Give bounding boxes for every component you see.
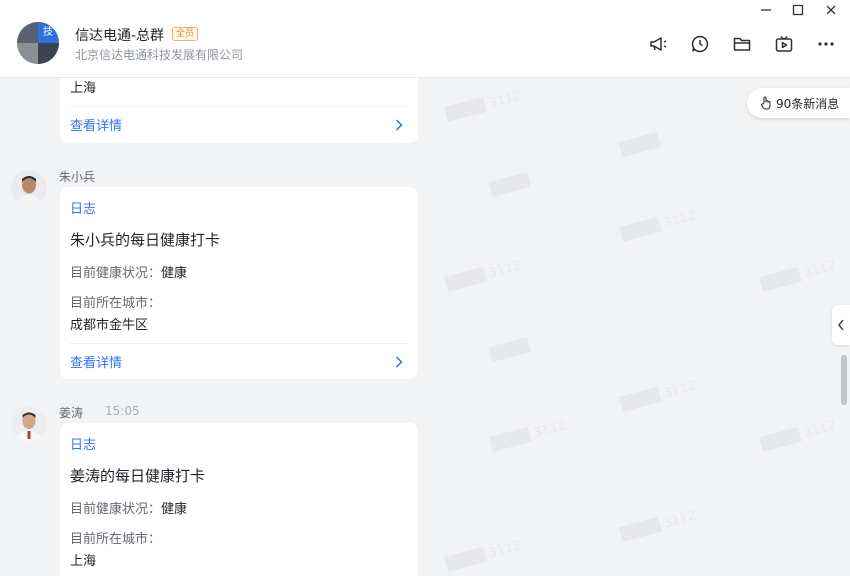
watermark: ████ 3112 [619, 378, 697, 412]
card-divider [70, 106, 408, 107]
health-status-row: 目前健康状况：健康 [70, 262, 187, 281]
health-status-label: 目前健康状况： [70, 266, 162, 281]
health-status-value: 健康 [161, 502, 188, 517]
watermark: ████ 3112 [444, 258, 522, 292]
message-time: 15:05 [105, 404, 140, 418]
folder-icon [733, 37, 751, 51]
sender-name[interactable]: 姜涛 [59, 404, 83, 421]
city-value: 上海 [70, 554, 97, 569]
avatar-tile [38, 43, 59, 64]
card-divider [70, 343, 408, 344]
health-log-card[interactable]: 日志 朱小兵的每日健康打卡 目前健康状况：健康 目前所在城市： 成都市金牛区 查… [60, 187, 418, 379]
watermark: ████ [489, 338, 532, 363]
city-label: 目前所在城市： [70, 532, 162, 547]
chevron-left-icon [838, 319, 844, 331]
hand-pointer-icon [760, 96, 771, 110]
video-button[interactable] [773, 33, 795, 55]
health-status-label: 目前健康状况： [70, 502, 162, 517]
megaphone-icon [650, 37, 667, 51]
health-log-card[interactable]: 日志 姜涛的每日健康打卡 目前健康状况：健康 目前所在城市： 上海 [60, 423, 418, 576]
log-tag: 日志 [70, 202, 97, 217]
view-details-link[interactable]: 查看详情 [70, 115, 122, 134]
scrollbar-thumb[interactable] [841, 355, 847, 405]
minimize-button[interactable] [755, 2, 777, 18]
card-title: 姜涛的每日健康打卡 [70, 467, 206, 485]
maximize-icon [792, 4, 804, 16]
watermark: ████ 3112 [444, 538, 522, 572]
person-avatar-icon [11, 170, 47, 206]
avatar-tile [17, 22, 38, 43]
chevron-right-icon[interactable] [394, 118, 404, 132]
watermark: ████ 3112 [759, 258, 837, 292]
avatar[interactable] [11, 406, 47, 442]
close-icon [826, 5, 836, 15]
sender-name[interactable]: 朱小兵 [59, 168, 95, 185]
announcement-button[interactable] [647, 33, 669, 55]
avatar-tile [17, 43, 38, 64]
group-title[interactable]: 信达电通-总群 [75, 25, 164, 45]
close-button[interactable] [820, 2, 842, 18]
watermark: ████ 3112 [489, 418, 567, 452]
video-icon [775, 35, 793, 52]
watermark: ████ 3112 [444, 88, 522, 122]
watermark: ████ 3112 [619, 508, 697, 542]
chevron-right-icon[interactable] [394, 355, 404, 369]
files-button[interactable] [731, 33, 753, 55]
person-avatar-icon [11, 406, 47, 442]
chat-header: 技 信达电通-总群 全员 北京信达电通科技发展有限公司 [0, 0, 850, 78]
health-status-row: 目前健康状况：健康 [70, 498, 187, 517]
watermark: ████ [489, 173, 532, 198]
chat-button[interactable] [689, 33, 711, 55]
health-status-value: 健康 [161, 266, 188, 281]
new-messages-count: 90条新消息 [776, 96, 840, 111]
avatar[interactable] [11, 170, 47, 206]
card-title: 朱小兵的每日健康打卡 [70, 231, 221, 249]
org-name: 北京信达电通科技发展有限公司 [75, 48, 244, 62]
city-value: 成都市金牛区 [70, 318, 149, 333]
minimize-icon [761, 9, 771, 11]
new-messages-button[interactable]: 90条新消息 [747, 88, 850, 118]
more-button[interactable] [815, 33, 837, 55]
message-list[interactable]: ████ 3112 ████ ████ ████ 3112 ████ 3112 … [0, 78, 850, 576]
watermark: ████ [619, 133, 662, 158]
side-panel-toggle[interactable] [832, 305, 850, 345]
member-badge: 全员 [172, 27, 199, 41]
chat-bubble-icon [691, 35, 709, 53]
city-label: 目前所在城市： [70, 296, 162, 311]
log-tag: 日志 [70, 438, 97, 453]
avatar-tag: 技 [43, 27, 53, 38]
more-dots-icon [818, 42, 834, 46]
city-value: 上海 [70, 81, 97, 96]
group-avatar[interactable]: 技 [17, 22, 59, 64]
watermark: ████ 3112 [619, 208, 697, 242]
view-details-link[interactable]: 查看详情 [70, 352, 122, 371]
health-log-card[interactable]: 上海 查看详情 [60, 78, 418, 143]
maximize-button[interactable] [787, 2, 809, 18]
watermark: ████ 3112 [759, 418, 837, 452]
